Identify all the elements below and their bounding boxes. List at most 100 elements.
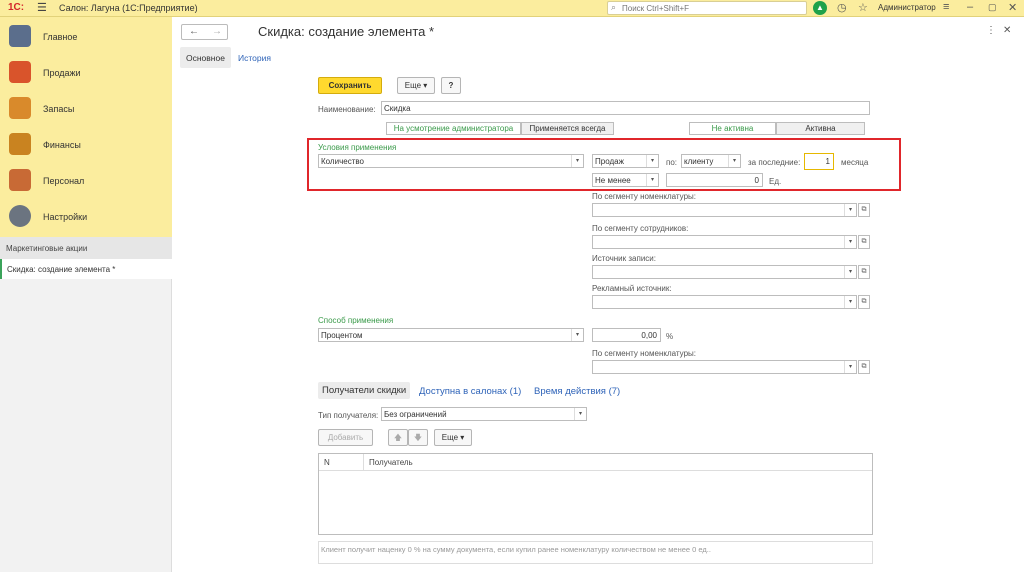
filter-label-staff: По сегменту сотрудников: bbox=[592, 224, 689, 233]
recipient-type-select[interactable]: Без ограничений ▾ bbox=[381, 407, 587, 421]
method-segment-label: По сегменту номенклатуры: bbox=[592, 349, 696, 358]
sidebar-item-sales[interactable]: Продажи bbox=[0, 55, 172, 91]
section-label: Маркетинговые акции bbox=[6, 244, 88, 253]
toggle-admin-discretion[interactable]: На усмотрение администратора bbox=[386, 122, 521, 135]
app-logo: 1С: bbox=[8, 2, 25, 13]
toggle-inactive[interactable]: Не активна bbox=[689, 122, 776, 135]
filter-nomenclature-select[interactable]: ▾ ⧉ bbox=[592, 203, 870, 217]
forward-arrow-icon[interactable]: → bbox=[212, 26, 222, 37]
recipients-table[interactable]: N Получатель bbox=[318, 453, 873, 535]
form-title: Скидка: создание элемента * bbox=[258, 24, 435, 39]
filter-label-ad: Рекламный источник: bbox=[592, 284, 672, 293]
move-up-icon[interactable]: 🡅 bbox=[388, 429, 408, 446]
open-link-icon[interactable]: ⧉ bbox=[858, 203, 870, 217]
close-window-icon[interactable]: ✕ bbox=[1008, 1, 1017, 14]
filter-source-select[interactable]: ▾ ⧉ bbox=[592, 265, 870, 279]
help-button[interactable]: ? bbox=[441, 77, 461, 94]
more-label: Еще bbox=[441, 433, 459, 442]
open-window-label: Скидка: создание элемента * bbox=[7, 265, 116, 274]
minimize-icon[interactable]: – bbox=[967, 1, 973, 13]
maximize-icon[interactable]: ▢ bbox=[988, 2, 997, 13]
form-close-icon[interactable]: ✕ bbox=[1003, 25, 1011, 36]
settings-lines-icon[interactable]: ≡ bbox=[943, 1, 949, 13]
chevron-down-icon[interactable]: ▾ bbox=[844, 296, 856, 308]
gear-icon bbox=[9, 205, 31, 227]
notifications-icon[interactable]: ▲ bbox=[813, 1, 827, 15]
chevron-down-icon[interactable]: ▾ bbox=[844, 236, 856, 248]
sidebar-item-main[interactable]: Главное bbox=[0, 19, 172, 55]
box-icon bbox=[9, 97, 31, 119]
chevron-down-icon[interactable]: ▾ bbox=[574, 408, 586, 420]
name-label: Наименование: bbox=[318, 105, 376, 114]
tab-time[interactable]: Время действия (7) bbox=[534, 386, 620, 397]
chevron-down-icon[interactable]: ▾ bbox=[844, 266, 856, 278]
footer-note-text: Клиент получит наценку 0 % на сумму доку… bbox=[321, 545, 711, 554]
more-button[interactable]: Еще ▾ bbox=[397, 77, 435, 94]
sidebar-item-label: Персонал bbox=[43, 176, 85, 186]
top-bar: 1С: ☰ Салон: Лагуна (1С:Предприятие) ⌕ ▲… bbox=[0, 0, 1024, 17]
filter-staff-select[interactable]: ▾ ⧉ bbox=[592, 235, 870, 249]
favorites-star-icon[interactable]: ☆ bbox=[858, 1, 868, 14]
history-icon[interactable]: ◷ bbox=[837, 1, 847, 14]
amount-value: 0,00 bbox=[641, 331, 657, 340]
open-link-icon[interactable]: ⧉ bbox=[858, 360, 870, 374]
wallet-icon bbox=[9, 133, 31, 155]
filter-ad-select[interactable]: ▾ ⧉ bbox=[592, 295, 870, 309]
recipient-type-value: Без ограничений bbox=[384, 410, 447, 419]
toggle-active[interactable]: Активна bbox=[776, 122, 865, 135]
recipient-type-label: Тип получателя: bbox=[318, 411, 379, 420]
tab-history[interactable]: История bbox=[238, 53, 271, 63]
nav-buttons: ← → bbox=[181, 24, 228, 40]
more-label: Еще bbox=[404, 81, 422, 90]
method-select[interactable]: Процентом ▾ bbox=[318, 328, 584, 342]
people-icon bbox=[9, 169, 31, 191]
sidebar-section-marketing[interactable]: Маркетинговые акции bbox=[0, 237, 172, 259]
move-down-icon[interactable]: 🡇 bbox=[408, 429, 428, 446]
app-title: Салон: Лагуна (1С:Предприятие) bbox=[59, 3, 198, 13]
sidebar-item-label: Настройки bbox=[43, 212, 88, 222]
method-value: Процентом bbox=[321, 331, 363, 340]
chevron-down-icon[interactable]: ▾ bbox=[844, 204, 856, 216]
sidebar-item-label: Продажи bbox=[43, 68, 81, 78]
user-name[interactable]: Администратор bbox=[878, 3, 936, 12]
sidebar-item-finance[interactable]: Финансы bbox=[0, 127, 172, 163]
chevron-down-icon[interactable]: ▾ bbox=[844, 361, 856, 373]
open-link-icon[interactable]: ⧉ bbox=[858, 295, 870, 309]
method-group-label: Способ применения bbox=[318, 316, 394, 325]
open-link-icon[interactable]: ⧉ bbox=[858, 265, 870, 279]
col-header-recipient[interactable]: Получатель bbox=[369, 458, 413, 467]
sidebar-item-label: Финансы bbox=[43, 140, 81, 150]
sidebar-item-staff[interactable]: Персонал bbox=[0, 163, 172, 199]
chart-icon bbox=[9, 61, 31, 83]
sidebar-item-stock[interactable]: Запасы bbox=[0, 91, 172, 127]
tab-salons[interactable]: Доступна в салонах (1) bbox=[419, 386, 521, 397]
open-window-item[interactable]: Скидка: создание элемента * bbox=[0, 259, 172, 279]
tab-main[interactable]: Основное bbox=[180, 47, 231, 68]
add-button[interactable]: Добавить bbox=[318, 429, 373, 446]
form-more-icon[interactable]: ⋮ bbox=[986, 25, 996, 36]
amount-input[interactable]: 0,00 bbox=[592, 328, 661, 342]
name-value: Скидка bbox=[384, 104, 411, 113]
sidebar-item-settings[interactable]: Настройки bbox=[0, 199, 172, 235]
back-arrow-icon[interactable]: ← bbox=[189, 26, 199, 37]
name-field[interactable]: Скидка bbox=[381, 101, 870, 115]
sidebar-item-label: Главное bbox=[43, 32, 78, 42]
clipboard-icon bbox=[9, 25, 31, 47]
search-input[interactable] bbox=[622, 3, 802, 14]
open-link-icon[interactable]: ⧉ bbox=[858, 235, 870, 249]
chevron-down-icon[interactable]: ▾ bbox=[571, 329, 583, 341]
tab-recipients[interactable]: Получатели скидки bbox=[318, 382, 411, 399]
footer-note: Клиент получит наценку 0 % на сумму доку… bbox=[318, 541, 873, 564]
sidebar-item-label: Запасы bbox=[43, 104, 75, 114]
table-header: N Получатель bbox=[319, 454, 872, 471]
search-box[interactable]: ⌕ bbox=[607, 1, 807, 15]
method-segment-select[interactable]: ▾ ⧉ bbox=[592, 360, 870, 374]
col-header-n[interactable]: N bbox=[324, 458, 330, 467]
open-windows-panel bbox=[0, 237, 172, 572]
filter-label-nomenclature: По сегменту номенклатуры: bbox=[592, 192, 696, 201]
save-button[interactable]: Сохранить bbox=[318, 77, 382, 94]
menu-icon[interactable]: ☰ bbox=[37, 1, 47, 14]
toggle-always-applied[interactable]: Применяется всегда bbox=[521, 122, 614, 135]
search-icon: ⌕ bbox=[611, 2, 617, 12]
table-more-button[interactable]: Еще ▾ bbox=[434, 429, 472, 446]
